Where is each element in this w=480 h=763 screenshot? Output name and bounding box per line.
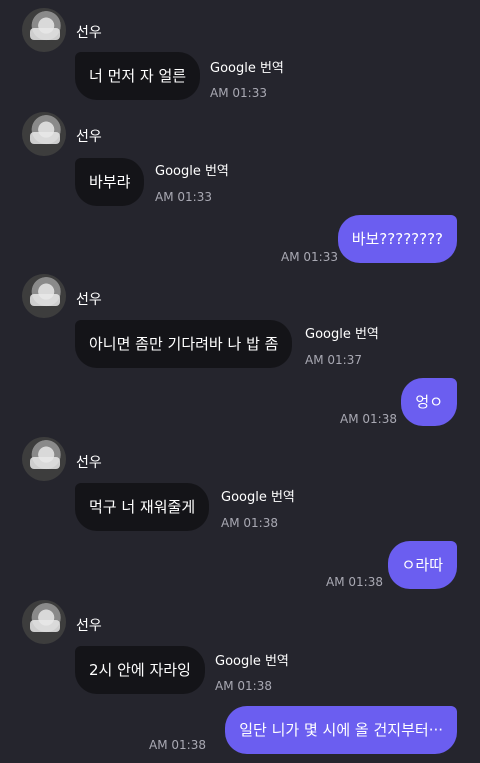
message-time: AM 01:38	[215, 679, 272, 693]
message-time: AM 01:38	[221, 516, 278, 530]
sender-avatar[interactable]	[22, 112, 66, 156]
sender-name: 선우	[76, 292, 102, 308]
outgoing-message[interactable]: ㅇ라따	[387, 541, 457, 589]
sender-name: 선우	[76, 618, 102, 634]
google-translate-link[interactable]: Google 번역	[210, 57, 284, 76]
incoming-message[interactable]: 바부랴	[75, 158, 145, 206]
google-translate-link[interactable]: Google 번역	[305, 323, 379, 342]
outgoing-message[interactable]: 일단 니가 몇 시에 올 건지부터···	[225, 706, 457, 754]
google-translate-link[interactable]: Google 번역	[155, 160, 229, 179]
outgoing-message[interactable]: 바보????????	[337, 215, 457, 263]
message-time: AM 01:33	[155, 190, 212, 204]
sender-avatar[interactable]	[22, 600, 66, 644]
message-time: AM 01:38	[340, 412, 397, 426]
incoming-message[interactable]: 아니면 좀만 기다려바 나 밥 좀	[75, 320, 293, 368]
message-time: AM 01:37	[305, 353, 362, 367]
message-time: AM 01:33	[281, 250, 338, 264]
outgoing-message[interactable]: 엉ㅇ	[401, 378, 457, 426]
google-translate-link[interactable]: Google 번역	[221, 486, 295, 505]
message-time: AM 01:38	[149, 738, 206, 752]
sender-name: 선우	[76, 455, 102, 471]
incoming-message[interactable]: 너 먼저 자 얼른	[75, 52, 201, 100]
message-time: AM 01:33	[210, 86, 267, 100]
google-translate-link[interactable]: Google 번역	[215, 650, 289, 669]
message-time: AM 01:38	[326, 575, 383, 589]
sender-name: 선우	[76, 129, 102, 145]
sender-avatar[interactable]	[22, 437, 66, 481]
sender-name: 선우	[76, 25, 102, 41]
sender-avatar[interactable]	[22, 274, 66, 318]
sender-avatar[interactable]	[22, 8, 66, 52]
incoming-message[interactable]: 먹구 너 재워줄게	[75, 483, 210, 531]
incoming-message[interactable]: 2시 안에 자라잉	[75, 646, 205, 694]
